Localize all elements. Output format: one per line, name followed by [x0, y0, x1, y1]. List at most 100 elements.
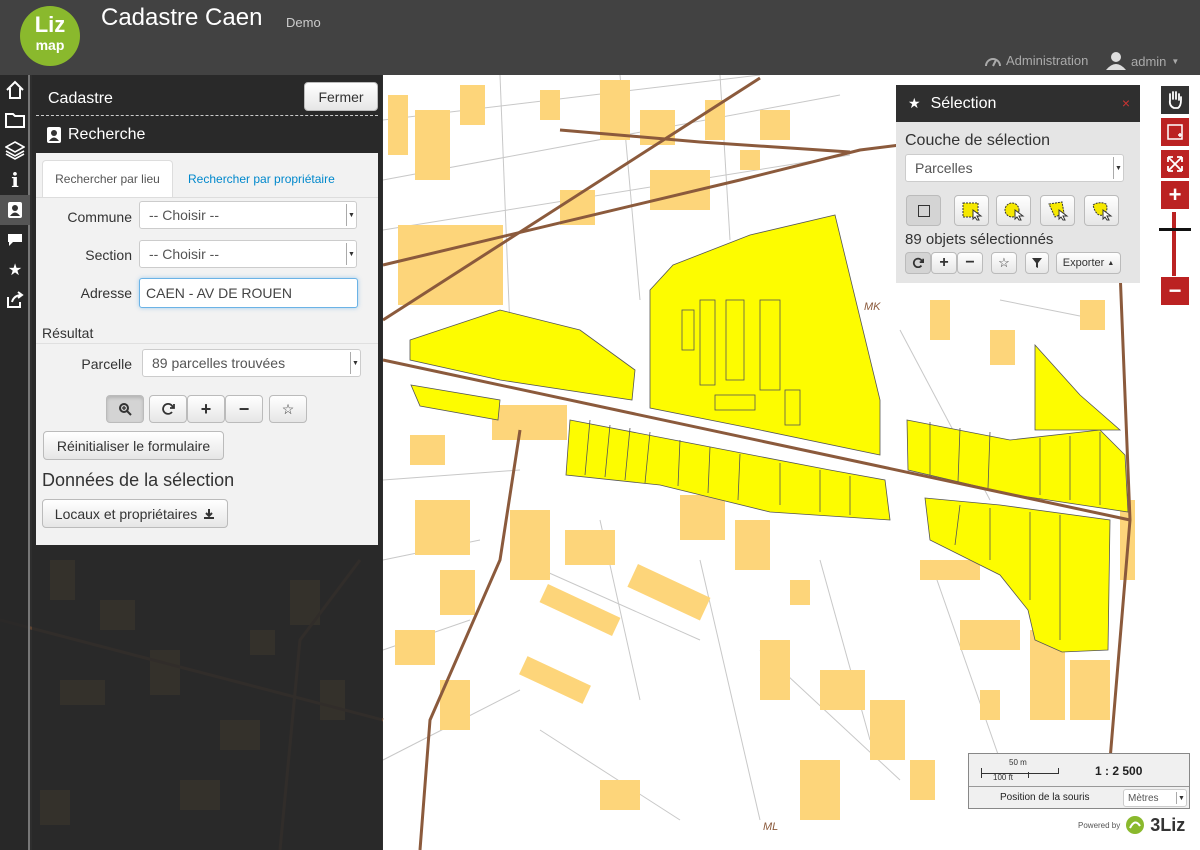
zoom-in-button[interactable]: + — [1161, 181, 1189, 209]
deactivate-tool-button[interactable] — [906, 195, 941, 226]
star-outline-icon: ☆ — [281, 400, 295, 417]
top-bar: Liz map Cadastre Caen Demo Administratio… — [0, 0, 1200, 75]
freehand-select-button[interactable] — [1084, 195, 1119, 226]
filter-button[interactable] — [1025, 252, 1049, 274]
selection-data-heading: Données de la sélection — [42, 470, 235, 490]
export-owners-button[interactable]: Locaux et propriétaires — [42, 499, 228, 528]
polygon-select-button[interactable] — [1040, 195, 1075, 226]
zoom-slider-handle[interactable] — [1159, 228, 1191, 231]
brand-label: 3Liz — [1150, 814, 1186, 835]
download-icon — [204, 508, 215, 519]
selection-star-button[interactable]: ☆ — [991, 252, 1017, 274]
3liz-logo-icon — [1126, 816, 1145, 834]
layers-icon — [5, 141, 25, 160]
dashboard-icon — [985, 57, 1001, 66]
minus-icon: − — [238, 398, 250, 419]
units-select[interactable]: Mètres ▼ — [1123, 789, 1187, 807]
powered-by-label: Powered by — [1078, 820, 1121, 830]
scale-ratio: 1 : 2 500 — [1095, 764, 1143, 778]
zoom-in-icon — [119, 403, 132, 416]
star-outline-icon: ☆ — [998, 255, 1010, 270]
remove-selection-button[interactable]: − — [225, 395, 263, 423]
layers-button[interactable] — [0, 135, 30, 165]
tab-search-by-place[interactable]: Rechercher par lieu — [42, 160, 173, 197]
star-icon: ★ — [7, 262, 23, 279]
selection-panel-title: Sélection — [930, 94, 997, 112]
plus-icon: + — [1168, 182, 1182, 207]
zoom-box-button[interactable] — [1161, 118, 1189, 146]
circle-select-icon — [1004, 202, 1024, 220]
refresh-button[interactable] — [149, 395, 187, 423]
parcelle-label: Parcelle — [81, 356, 132, 372]
dropdown-arrow-icon: ▼ — [1113, 157, 1123, 179]
zoom-out-button[interactable]: − — [1161, 277, 1189, 305]
plus-icon: + — [939, 254, 949, 271]
administration-link[interactable]: Administration — [984, 53, 1088, 68]
filter-star-button[interactable]: ☆ — [269, 395, 307, 423]
mouse-position-label: Position de la souris — [1000, 792, 1090, 803]
tab-search-by-owner[interactable]: Rechercher par propriétaire — [188, 160, 335, 197]
dock-title: Cadastre — [48, 90, 113, 107]
adresse-input[interactable]: CAEN - AV DE ROUEN — [139, 278, 358, 308]
pan-button[interactable] — [1161, 86, 1189, 114]
cadastre-dock: Cadastre Fermer Recherche Rechercher par… — [32, 75, 382, 850]
tab-divider — [36, 197, 378, 198]
close-dock-button[interactable]: Fermer — [304, 82, 378, 111]
result-heading: Résultat — [42, 325, 94, 341]
home-button[interactable] — [0, 75, 30, 105]
scale-imperial-label: 100 ft — [993, 773, 1014, 782]
scale-and-position-box: 50 m 100 ft 1 : 2 500 Position de la sou… — [968, 753, 1190, 809]
box-select-icon — [962, 202, 982, 220]
add-to-selection-button[interactable]: + — [931, 252, 957, 274]
user-menu[interactable]: admin ▼ — [1106, 52, 1179, 70]
export-owners-label: Locaux et propriétaires — [54, 505, 198, 522]
share-icon — [7, 291, 24, 308]
scale-bar: 50 m 100 ft — [981, 758, 1059, 783]
administration-label: Administration — [1006, 53, 1089, 68]
caret-up-icon: ▲ — [1107, 259, 1115, 267]
cadastre-button[interactable] — [0, 195, 30, 225]
dropdown-arrow-icon: ▼ — [346, 243, 356, 265]
dock-divider — [36, 115, 378, 116]
plus-icon: + — [200, 398, 212, 419]
zoom-slider-track[interactable] — [1172, 212, 1176, 276]
reset-form-button[interactable]: Réinitialiser le formulaire — [43, 431, 224, 460]
commune-select[interactable]: -- Choisir -- ▼ — [139, 201, 357, 229]
circle-select-button[interactable] — [996, 195, 1031, 226]
scale-metric-label: 50 m — [1009, 758, 1027, 767]
close-icon[interactable]: × — [1122, 95, 1130, 111]
export-dropdown-button[interactable]: Exporter ▲ — [1056, 252, 1121, 274]
freehand-select-icon — [1091, 201, 1112, 220]
selection-tool-button[interactable]: ★ — [0, 255, 30, 285]
selection-layer-select[interactable]: Parcelles ▼ — [905, 154, 1124, 182]
dropdown-arrow-icon: ▼ — [346, 204, 356, 226]
minus-icon: − — [965, 254, 975, 271]
comment-button[interactable] — [0, 225, 30, 255]
projects-button[interactable] — [0, 105, 30, 135]
zoom-to-button[interactable] — [106, 395, 144, 423]
selection-layer-label: Couche de sélection — [905, 132, 1050, 149]
selection-layer-value: Parcelles — [915, 160, 973, 176]
powered-by-footer[interactable]: Powered by 3Liz — [1078, 814, 1185, 836]
search-form-panel: Rechercher par lieu Rechercher par propr… — [36, 153, 378, 545]
comment-icon — [8, 234, 22, 246]
units-value: Mètres — [1128, 792, 1159, 804]
section-select[interactable]: -- Choisir -- ▼ — [139, 240, 357, 268]
zoom-box-icon — [1167, 124, 1183, 140]
box-select-button[interactable] — [954, 195, 989, 226]
parcelle-select[interactable]: 89 parcelles trouvées ▼ — [142, 349, 361, 377]
export-label: Exporter — [1062, 257, 1105, 269]
zoom-extent-button[interactable] — [1161, 150, 1189, 178]
lizmap-logo[interactable]: Liz map — [20, 6, 80, 66]
selection-count: 89 objets sélectionnés — [905, 231, 1054, 248]
info-button[interactable]: i — [0, 165, 30, 195]
logo-text-top: Liz — [34, 12, 66, 37]
refresh-selection-button[interactable] — [905, 252, 931, 274]
commune-label: Commune — [67, 209, 132, 225]
home-icon — [6, 80, 24, 99]
hand-icon — [1168, 91, 1182, 109]
remove-from-selection-button[interactable]: − — [957, 252, 983, 274]
user-icon — [1106, 52, 1126, 70]
share-button[interactable] — [0, 285, 30, 315]
add-selection-button[interactable]: + — [187, 395, 225, 423]
